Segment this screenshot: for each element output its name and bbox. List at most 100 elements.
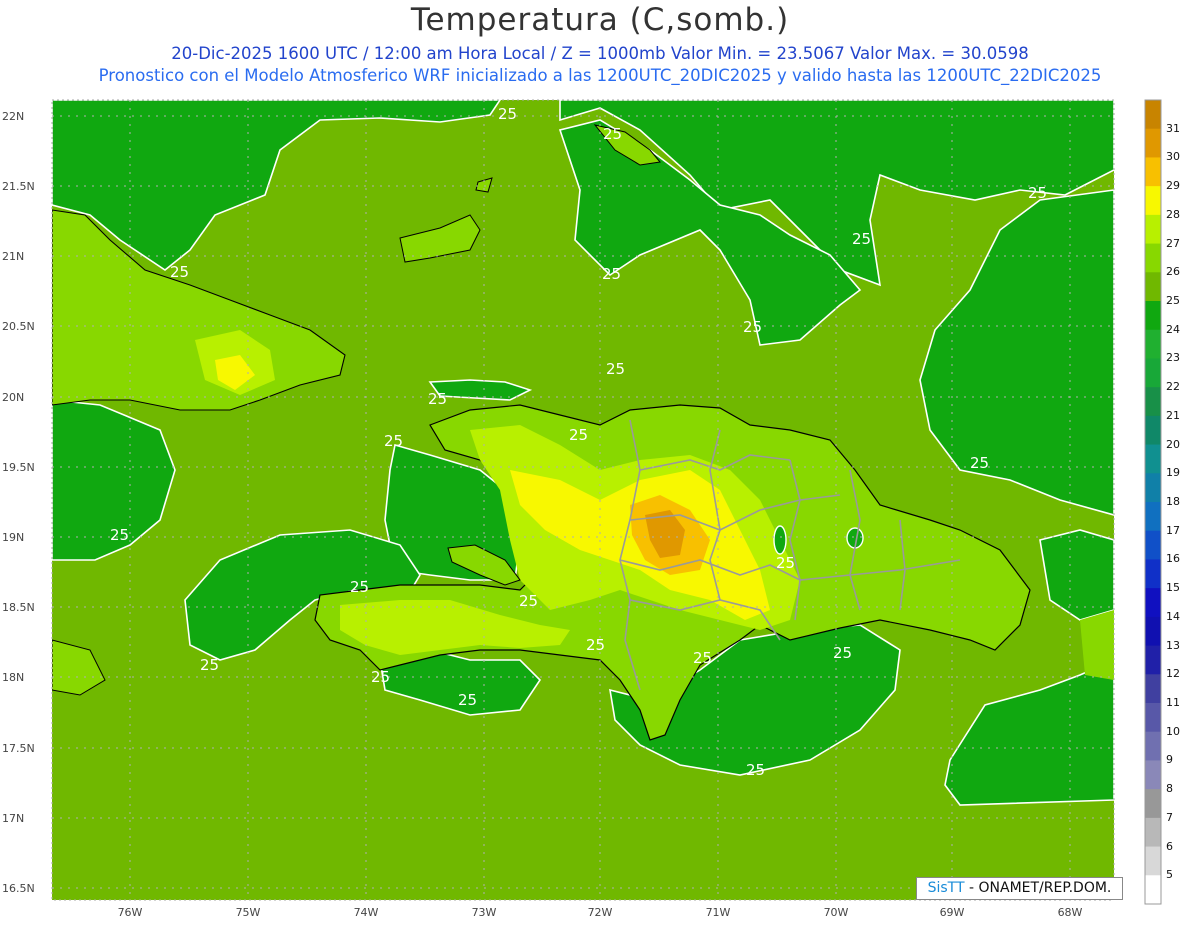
colorbar-swatch (1145, 645, 1161, 675)
lat-label: 18N (2, 671, 25, 684)
colorbar-label: 16 (1166, 552, 1180, 566)
colorbar-swatch (1145, 186, 1161, 216)
colorbar-swatch (1145, 530, 1161, 560)
colorbar-label: 15 (1166, 581, 1180, 595)
lon-label: 75W (235, 906, 261, 919)
colorbar-label: 29 (1166, 179, 1180, 193)
credit-box: SisTT - ONAMET/REP.DOM. (916, 877, 1123, 900)
colorbar-swatch (1145, 674, 1161, 704)
contour-label: 25 (1028, 184, 1047, 202)
contour-label: 25 (200, 656, 219, 674)
land-puerto-rico (1080, 610, 1114, 680)
contour-label: 25 (350, 578, 369, 596)
colorbar-swatch (1145, 760, 1161, 790)
lon-label: 76W (117, 906, 143, 919)
colorbar-label: 9 (1166, 753, 1173, 767)
lon-label: 69W (939, 906, 965, 919)
colorbar-swatch (1145, 329, 1161, 359)
contour-label: 25 (606, 360, 625, 378)
colorbar (1144, 99, 1162, 905)
lat-label: 21.5N (2, 180, 35, 193)
colorbar-label: 11 (1166, 696, 1180, 709)
lat-label: 22N (2, 110, 25, 123)
contour-label: 25 (602, 265, 621, 283)
temperature-map: 25 25 25 25 25 25 25 25 25 25 25 25 25 2… (51, 99, 1162, 905)
colorbar-swatch (1145, 789, 1161, 819)
contour-label: 25 (519, 592, 538, 610)
lat-label: 17.5N (2, 742, 35, 755)
colorbar-swatch (1145, 473, 1161, 503)
lon-label: 74W (353, 906, 379, 919)
colorbar-label: 21 (1166, 408, 1180, 422)
colorbar-swatch (1145, 875, 1161, 905)
contour-label: 25 (498, 105, 517, 123)
colorbar-swatch (1145, 128, 1161, 158)
colorbar-swatch (1145, 358, 1161, 388)
colorbar-swatch (1145, 703, 1161, 733)
colorbar-swatch (1145, 100, 1161, 130)
colorbar-label: 10 (1166, 724, 1180, 738)
colorbar-label: 20 (1166, 437, 1180, 451)
contour-label: 25 (776, 554, 795, 572)
colorbar-label: 22 (1166, 380, 1180, 394)
colorbar-label: 17 (1166, 523, 1180, 537)
colorbar-swatch (1145, 502, 1161, 532)
lon-label: 72W (587, 906, 613, 919)
colorbar-swatch (1145, 444, 1161, 474)
contour-label: 25 (743, 318, 762, 336)
colorbar-label: 27 (1166, 236, 1180, 250)
credit-brand: SisTT (927, 880, 965, 896)
lat-label: 19N (2, 531, 25, 544)
colorbar-label: 7 (1166, 810, 1173, 824)
colorbar-swatch (1145, 272, 1161, 302)
colorbar-swatch (1145, 846, 1161, 876)
colorbar-swatch (1145, 214, 1161, 245)
colorbar-swatch (1145, 588, 1161, 618)
lat-label: 16.5N (2, 882, 35, 895)
lat-label: 19.5N (2, 461, 35, 474)
credit-text: - ONAMET/REP.DOM. (964, 880, 1112, 896)
lat-label: 17N (2, 812, 25, 825)
lon-label: 73W (471, 906, 497, 919)
contour-label: 25 (746, 761, 765, 779)
lat-label: 20N (2, 391, 25, 404)
lat-label: 18.5N (2, 601, 35, 614)
colorbar-swatch (1145, 157, 1161, 187)
colorbar-label: 6 (1166, 839, 1173, 853)
colorbar-label: 19 (1166, 466, 1180, 480)
lat-label: 21N (2, 250, 25, 263)
lon-label: 70W (823, 906, 849, 919)
colorbar-label: 18 (1166, 495, 1180, 508)
colorbar-label: 28 (1166, 207, 1180, 221)
colorbar-label: 8 (1166, 782, 1173, 796)
colorbar-label: 26 (1166, 265, 1180, 279)
colorbar-label: 30 (1166, 150, 1180, 164)
colorbar-label: 31 (1166, 121, 1180, 135)
contour-label: 25 (970, 454, 989, 472)
colorbar-label: 24 (1166, 322, 1180, 336)
colorbar-swatch (1145, 731, 1161, 761)
colorbar-label: 14 (1166, 609, 1180, 623)
colorbar-swatch (1145, 387, 1161, 417)
contour-label: 25 (603, 125, 622, 143)
contour-label: 25 (586, 636, 605, 654)
colorbar-label: 12 (1166, 667, 1180, 681)
lat-label: 20.5N (2, 320, 35, 333)
contour-label: 25 (569, 426, 588, 444)
contour-label: 25 (428, 390, 447, 408)
colorbar-swatch (1145, 301, 1161, 331)
colorbar-label: 5 (1166, 868, 1173, 882)
colorbar-swatch (1145, 559, 1161, 589)
lon-label: 68W (1057, 906, 1083, 919)
colorbar-label: 25 (1166, 294, 1180, 307)
colorbar-label: 23 (1166, 351, 1180, 365)
contour-label: 25 (458, 691, 477, 709)
contour-label: 25 (833, 644, 852, 662)
contour-label: 25 (693, 649, 712, 667)
lake-enriquillo-zone (773, 525, 787, 555)
lon-label: 71W (705, 906, 731, 919)
colorbar-swatch (1145, 817, 1161, 848)
contour-label: 25 (852, 230, 871, 248)
contour-label: 25 (110, 526, 129, 544)
colorbar-label: 13 (1166, 638, 1180, 652)
